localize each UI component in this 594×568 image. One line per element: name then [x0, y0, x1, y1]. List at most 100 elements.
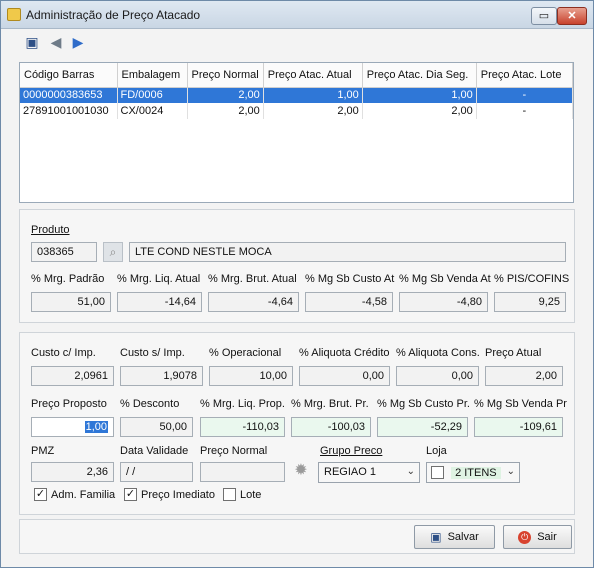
- search-icon[interactable]: ⌕: [103, 242, 123, 262]
- save-button-label: Salvar: [447, 531, 479, 543]
- produto-panel: Produto 038365 ⌕ LTE COND NESTLE MOCA % …: [19, 209, 575, 323]
- exit-button[interactable]: ⏻ Sair: [503, 525, 572, 549]
- cell-embalagem: CX/0024: [117, 103, 188, 119]
- mrg-brut-atual-label: % Mrg. Brut. Atual: [208, 273, 297, 285]
- preco-normal-label: Preço Normal: [200, 445, 268, 457]
- cell-preco-atac-dia-seg: 1,00: [362, 87, 477, 103]
- loja-label: Loja: [426, 445, 447, 457]
- arrow-left-icon[interactable]: ◀: [47, 33, 65, 51]
- pis-cofins-field: 9,25: [494, 292, 566, 312]
- check-icon: ✓: [34, 488, 47, 501]
- floppy-icon[interactable]: ▣: [23, 33, 41, 51]
- cell-codigo: 0000000383653: [20, 87, 118, 103]
- empty-box-icon: [223, 488, 236, 501]
- mrg-brut-atual-field: -4,64: [208, 292, 299, 312]
- mg-sb-venda-pr-field: -109,61: [474, 417, 563, 437]
- aliquota-cons-label: % Aliquota Cons.: [396, 347, 480, 359]
- mg-sb-custo-at-label: % Mg Sb Custo At: [305, 273, 395, 285]
- cell-embalagem: FD/0006: [117, 87, 188, 103]
- desconto-field[interactable]: 50,00: [120, 417, 193, 437]
- cell-preco-atac-lote: -: [476, 103, 574, 119]
- custo-c-imp-label: Custo c/ Imp.: [31, 347, 96, 359]
- gear-icon[interactable]: ✹: [291, 462, 311, 482]
- folder-icon: [7, 8, 21, 21]
- main-window: Administração de Preço Atacado ▭ ✕ ▣ ◀ ▶…: [0, 0, 594, 568]
- lote-label: Lote: [240, 488, 262, 501]
- custo-s-imp-field: 1,9078: [120, 366, 203, 386]
- operacional-field[interactable]: 10,00: [209, 366, 293, 386]
- table-row[interactable]: 0000000383653 FD/0006 2,00 1,00 1,00 -: [20, 87, 574, 103]
- col-embalagem[interactable]: Embalagem: [117, 63, 188, 88]
- preco-proposto-value: 1,00: [84, 421, 108, 433]
- chevron-down-icon: ⌄: [506, 466, 515, 477]
- loja-checkbox[interactable]: [431, 466, 444, 479]
- preco-atual-field: 2,00: [485, 366, 563, 386]
- mg-sb-venda-at-label: % Mg Sb Venda At: [399, 273, 491, 285]
- desconto-label: % Desconto: [120, 398, 180, 410]
- mg-sb-venda-at-field: -4,80: [399, 292, 488, 312]
- mrg-liq-atual-field: -14,64: [117, 292, 202, 312]
- loja-value: 2 ITENS: [451, 466, 501, 479]
- chevron-down-icon: ⌄: [406, 466, 415, 477]
- table-row[interactable]: 27891001001030 CX/0024 2,00 2,00 2,00 -: [20, 103, 574, 119]
- col-codigo-barras[interactable]: Código Barras: [20, 63, 118, 88]
- produto-description-field: LTE COND NESTLE MOCA: [129, 242, 566, 262]
- title-bar: Administração de Preço Atacado ▭ ✕: [1, 1, 593, 29]
- check-icon: ✓: [124, 488, 137, 501]
- custo-s-imp-label: Custo s/ Imp.: [120, 347, 185, 359]
- grupo-preco-value: REGIAO 1: [324, 466, 376, 478]
- lote-checkbox[interactable]: Lote: [223, 488, 261, 501]
- produto-code-field[interactable]: 038365: [31, 242, 97, 262]
- cell-preco-atac-dia-seg: 2,00: [362, 103, 477, 119]
- mg-sb-venda-pr-label: % Mg Sb Venda Pr: [474, 398, 567, 410]
- window-title: Administração de Preço Atacado: [26, 8, 201, 22]
- cell-preco-normal: 2,00: [187, 87, 264, 103]
- col-preco-atac-lote[interactable]: Preço Atac. Lote: [476, 63, 574, 88]
- preco-imediato-label: Preço Imediato: [141, 488, 215, 501]
- products-grid[interactable]: Código Barras Embalagem Preço Normal Pre…: [19, 62, 574, 203]
- adm-familia-label: Adm. Familia: [51, 488, 116, 501]
- grupo-preco-label: Grupo Preco: [320, 445, 383, 457]
- preco-proposto-field[interactable]: 1,00: [31, 417, 114, 437]
- adm-familia-checkbox[interactable]: ✓ Adm. Familia: [34, 488, 115, 501]
- button-bar: ▣ Salvar ⏻ Sair: [19, 519, 575, 554]
- data-validade-label: Data Validade: [120, 445, 189, 457]
- arrow-right-icon[interactable]: ▶: [69, 33, 87, 51]
- pmz-label: PMZ: [31, 445, 55, 457]
- operacional-label: % Operacional: [209, 347, 282, 359]
- mg-sb-custo-at-field: -4,58: [305, 292, 393, 312]
- mrg-padrao-label: % Mrg. Padrão: [31, 273, 105, 285]
- floppy-icon: ▣: [430, 530, 442, 544]
- save-button[interactable]: ▣ Salvar: [414, 525, 495, 549]
- aliquota-cons-field: 0,00: [396, 366, 479, 386]
- aliquota-credito-field: 0,00: [299, 366, 390, 386]
- mrg-padrao-field: 51,00: [31, 292, 111, 312]
- cell-codigo: 27891001001030: [20, 103, 118, 119]
- mg-sb-custo-pr-field: -52,29: [377, 417, 468, 437]
- grupo-preco-select[interactable]: REGIAO 1 ⌄: [318, 462, 420, 483]
- precos-panel: Custo c/ Imp. Custo s/ Imp. % Operaciona…: [19, 332, 575, 515]
- preco-proposto-label: Preço Proposto: [31, 398, 107, 410]
- power-icon: ⏻: [518, 530, 532, 544]
- preco-atual-label: Preço Atual: [485, 347, 542, 359]
- cell-preco-atac-lote: -: [476, 87, 574, 103]
- mrg-brut-pr-field: -100,03: [291, 417, 371, 437]
- produto-label: Produto: [31, 224, 70, 236]
- data-validade-field[interactable]: / /: [120, 462, 193, 482]
- custo-c-imp-field: 2,0961: [31, 366, 114, 386]
- col-preco-normal[interactable]: Preço Normal: [187, 63, 264, 88]
- aliquota-credito-label: % Aliquota Crédito: [299, 347, 390, 359]
- restore-button[interactable]: ▭: [531, 7, 557, 25]
- mrg-liq-prop-field: -110,03: [200, 417, 285, 437]
- cell-preco-atac-atual: 1,00: [263, 87, 363, 103]
- exit-button-label: Sair: [537, 531, 557, 543]
- loja-select[interactable]: 2 ITENS ⌄: [426, 462, 520, 483]
- col-preco-atac-atual[interactable]: Preço Atac. Atual: [263, 63, 363, 88]
- close-button[interactable]: ✕: [557, 7, 587, 25]
- preco-imediato-checkbox[interactable]: ✓ Preço Imediato: [124, 488, 215, 501]
- pis-cofins-label: % PIS/COFINS: [494, 273, 570, 285]
- preco-normal-field[interactable]: [200, 462, 285, 482]
- mg-sb-custo-pr-label: % Mg Sb Custo Pr.: [377, 398, 470, 410]
- col-preco-atac-dia-seg[interactable]: Preço Atac. Dia Seg.: [362, 63, 477, 88]
- mrg-liq-atual-label: % Mrg. Liq. Atual: [117, 273, 201, 285]
